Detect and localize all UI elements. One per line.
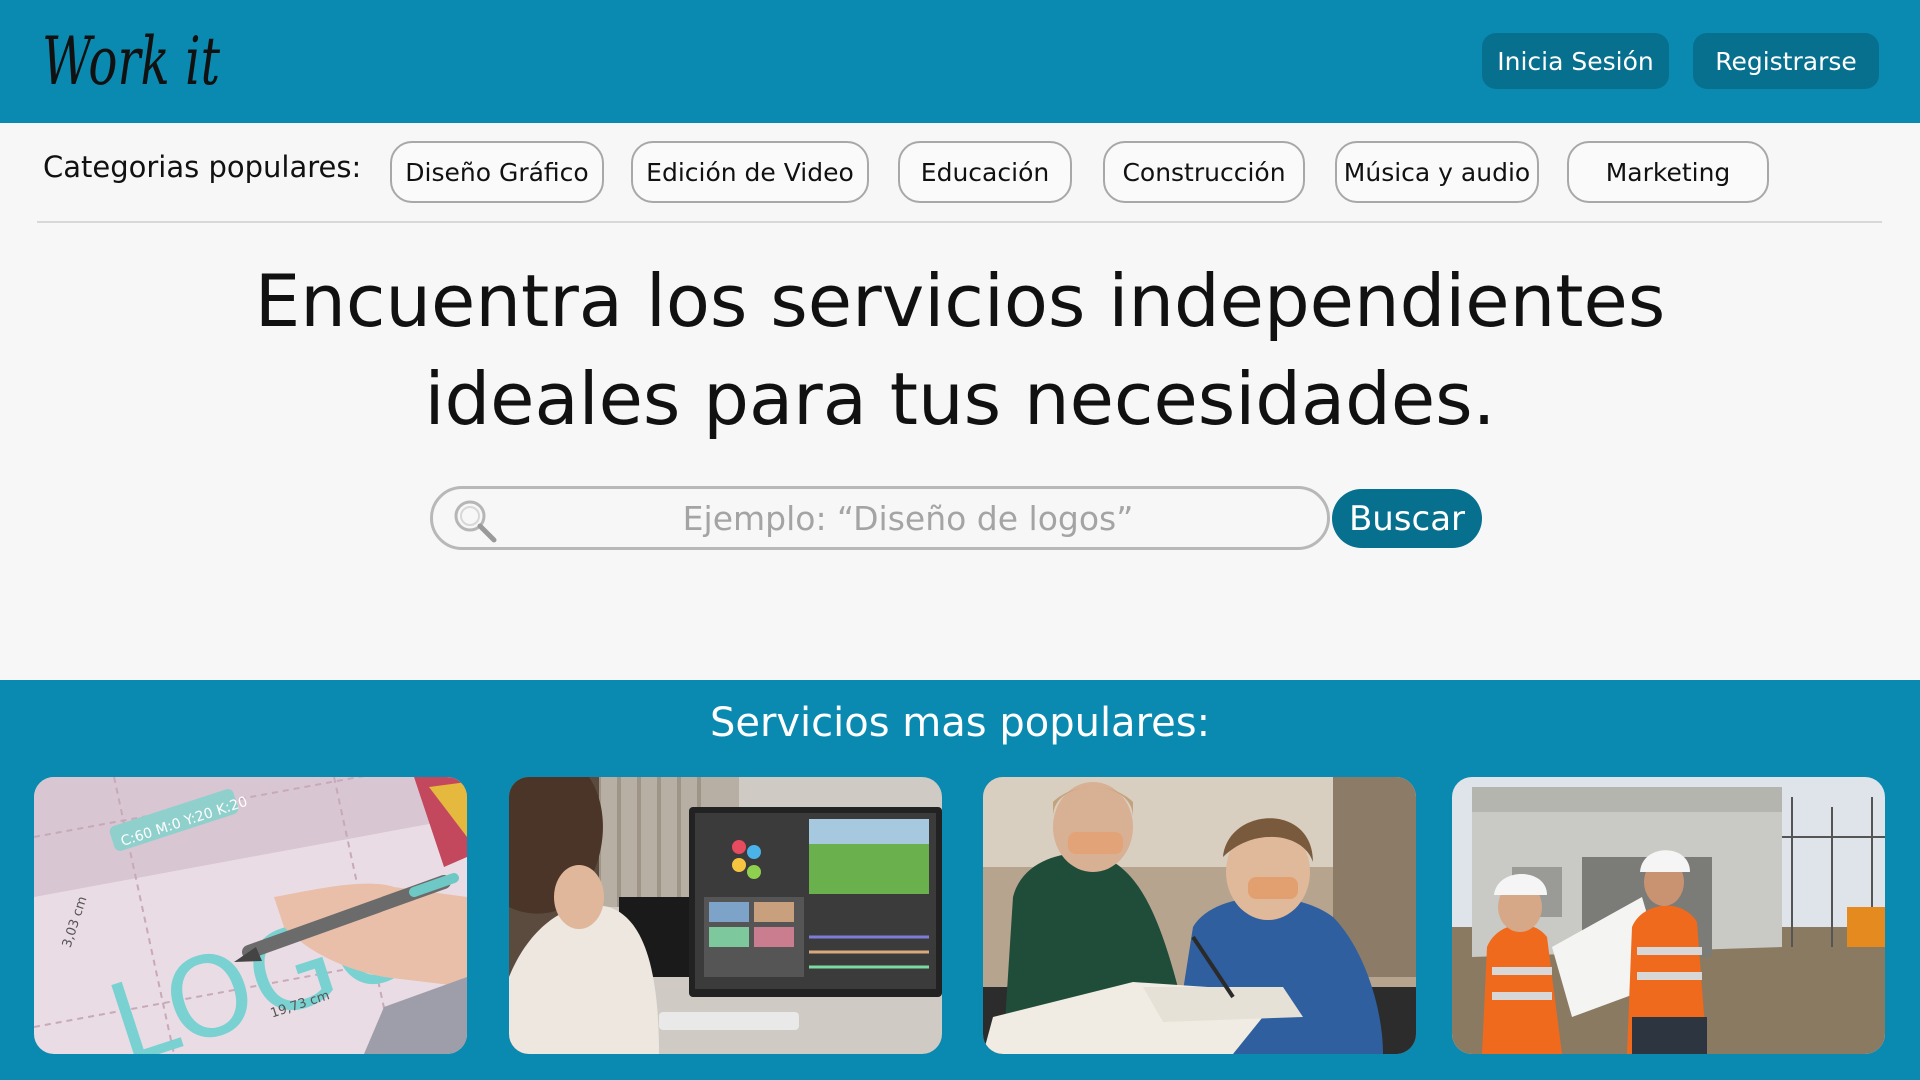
search-icon	[454, 500, 497, 543]
search-button[interactable]: Buscar	[1332, 489, 1482, 548]
svg-text:Work it: Work it	[42, 23, 220, 100]
category-chip-educacion[interactable]: Educación	[898, 141, 1072, 203]
hero-title-line2: ideales para tus necesidades.	[424, 357, 1496, 441]
logo-design-image: C:60 M:0 Y:20 K:20 LOGO 3,03 cm 19,73 cm	[34, 777, 467, 1054]
search-input[interactable]	[513, 489, 1303, 547]
popular-categories-label: Categorias populares:	[43, 150, 362, 184]
service-card-construction[interactable]	[1452, 777, 1885, 1054]
service-card-graphic-design[interactable]: C:60 M:0 Y:20 K:20 LOGO 3,03 cm 19,73 cm	[34, 777, 467, 1054]
hero-title: Encuentra los servicios independientes i…	[160, 252, 1760, 448]
hero-title-line1: Encuentra los servicios independientes	[254, 259, 1666, 343]
education-image	[983, 777, 1416, 1054]
search-bar[interactable]	[430, 486, 1330, 550]
category-chip-edicion-video[interactable]: Edición de Video	[631, 141, 869, 203]
popular-services-section: Servicios mas populares: C:60 M:0 Y:20 K…	[0, 680, 1920, 1080]
login-button[interactable]: Inicia Sesión	[1482, 33, 1669, 89]
register-button[interactable]: Registrarse	[1693, 33, 1879, 89]
top-navbar: Work it Inicia Sesión Registrarse	[0, 0, 1920, 123]
category-chip-marketing[interactable]: Marketing	[1567, 141, 1769, 203]
construction-image	[1452, 777, 1885, 1054]
category-chip-construccion[interactable]: Construcción	[1103, 141, 1305, 203]
work-it-logo[interactable]: Work it	[42, 14, 232, 110]
category-chip-musica-audio[interactable]: Música y audio	[1335, 141, 1539, 203]
category-chip-diseno-grafico[interactable]: Diseño Gráfico	[390, 141, 604, 203]
category-divider	[37, 221, 1882, 223]
popular-services-title: Servicios mas populares:	[709, 700, 1211, 746]
video-editing-image	[509, 777, 942, 1054]
service-card-education[interactable]	[983, 777, 1416, 1054]
service-card-video-editing[interactable]	[509, 777, 942, 1054]
